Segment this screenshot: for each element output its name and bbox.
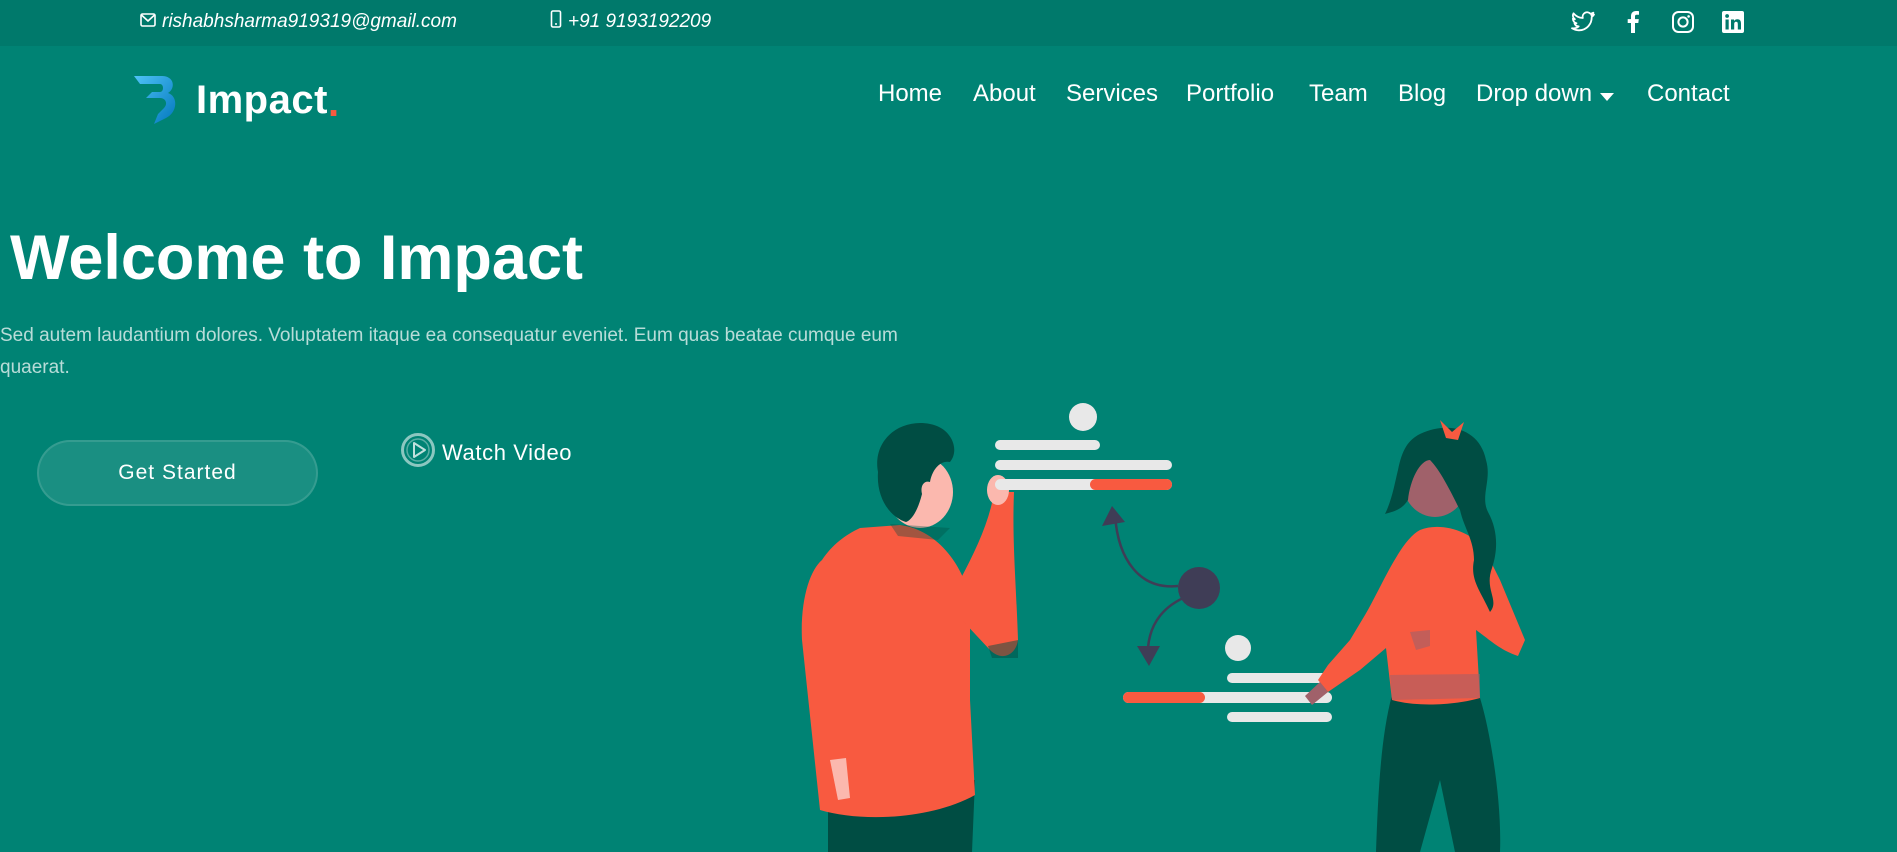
hero-title: Welcome to Impact (10, 223, 583, 293)
nav-contact[interactable]: Contact (1647, 80, 1730, 108)
topbar: rishabhsharma919319@gmail.com +91 919319… (0, 0, 1897, 46)
logo-b-icon (132, 72, 184, 129)
site-logo[interactable]: Impact. (132, 72, 339, 128)
play-circle-icon (400, 432, 436, 474)
top-progress-card (995, 403, 1172, 490)
topbar-phone[interactable]: +91 9193192209 (550, 10, 712, 34)
instagram-icon[interactable] (1669, 9, 1697, 35)
exchange-arrows (1102, 506, 1220, 666)
nav-portfolio[interactable]: Portfolio (1186, 80, 1274, 108)
nav-dropdown-label: Drop down (1476, 80, 1593, 107)
hero-illustration (780, 400, 1580, 852)
brand-name: Impact (196, 77, 328, 122)
woman-figure (1305, 420, 1525, 852)
caret-down-icon (1600, 80, 1615, 108)
brand-dot: . (327, 81, 340, 125)
nav-blog[interactable]: Blog (1398, 80, 1446, 108)
nav-about[interactable]: About (973, 80, 1036, 108)
email-text: rishabhsharma919319@gmail.com (162, 11, 457, 32)
hero-description: Sed autem laudantium dolores. Voluptatem… (0, 325, 898, 378)
topbar-email[interactable]: rishabhsharma919319@gmail.com (140, 11, 457, 33)
watch-video-label: Watch Video (442, 440, 573, 465)
linkedin-icon[interactable] (1719, 9, 1747, 35)
twitter-icon[interactable] (1569, 9, 1597, 35)
nav-services[interactable]: Services (1066, 80, 1158, 108)
watch-video-button[interactable]: Watch Video (400, 432, 573, 474)
envelope-icon (140, 11, 156, 33)
nav-home[interactable]: Home (878, 80, 942, 108)
nav-team[interactable]: Team (1309, 80, 1368, 108)
phone-text: +91 9193192209 (568, 11, 712, 32)
get-started-button[interactable]: Get Started (37, 440, 318, 506)
facebook-icon[interactable] (1619, 9, 1647, 35)
nav-dropdown[interactable]: Drop down (1476, 80, 1615, 108)
man-figure (801, 423, 1018, 852)
phone-icon (550, 10, 562, 34)
